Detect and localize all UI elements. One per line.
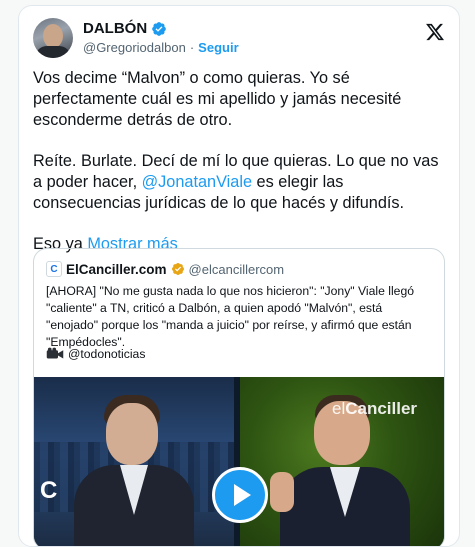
follow-button[interactable]: Seguir: [198, 40, 238, 55]
mention-link[interactable]: @JonatanViale: [142, 173, 252, 191]
tweet-paragraph-2: Reíte. Burlate. Decí de mí lo que quiera…: [33, 151, 445, 214]
quoted-author-name: ElCanciller.com: [66, 261, 167, 277]
video-thumbnail[interactable]: C elCanciller: [34, 377, 444, 546]
quoted-tweet-source: @todonoticias: [46, 347, 145, 361]
play-button[interactable]: [212, 467, 268, 523]
verified-badge-icon: [171, 263, 184, 275]
avatar-suit: [35, 46, 71, 58]
quoted-tweet[interactable]: C ElCanciller.com @elcancillercom [AHORA…: [33, 248, 445, 546]
person-right-hand: [270, 472, 294, 512]
quoted-tweet-header: C ElCanciller.com @elcancillercom: [46, 261, 284, 277]
play-icon: [234, 484, 251, 506]
verified-badge-icon: [152, 21, 167, 36]
author-name-row: DALBÓN: [83, 20, 167, 37]
elcanciller-watermark: elCanciller: [332, 399, 418, 418]
x-logo-icon[interactable]: [425, 22, 445, 42]
source-handle[interactable]: @todonoticias: [68, 347, 145, 361]
tweet-body: Vos decime “Malvon” o como quieras. Yo s…: [33, 68, 445, 255]
person-left-head: [106, 403, 158, 465]
author-name[interactable]: DALBÓN: [83, 20, 147, 37]
author-handle[interactable]: @Gregoriodalbon: [83, 40, 186, 55]
video-right-panel: elCanciller: [240, 377, 444, 546]
quoted-author-handle: @elcancillercom: [188, 261, 285, 277]
author-handle-row: @Gregoriodalbon · Seguir: [83, 40, 239, 55]
author-avatar[interactable]: [33, 18, 73, 58]
tweet-paragraph-1: Vos decime “Malvon” o como quieras. Yo s…: [33, 69, 402, 129]
tweet-header: DALBÓN @Gregoriodalbon · Seguir: [33, 18, 445, 62]
corner-logo-letter: C: [40, 477, 58, 504]
tweet-card: DALBÓN @Gregoriodalbon · Seguir Vos deci…: [18, 5, 460, 547]
video-left-panel: C: [34, 377, 234, 546]
quoted-author-avatar: C: [46, 261, 62, 277]
camera-icon: [46, 347, 64, 359]
quoted-tweet-text: [AHORA] "No me gusta nada lo que nos hic…: [46, 284, 415, 349]
avatar-face: [43, 24, 63, 48]
handle-separator: ·: [189, 40, 195, 55]
